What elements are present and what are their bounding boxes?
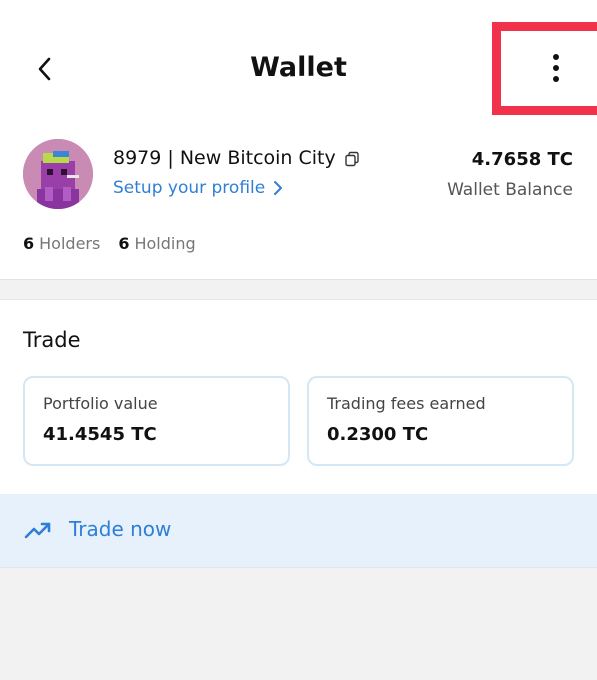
trading-fees-card: Trading fees earned 0.2300 TC <box>307 376 574 466</box>
app-header: Wallet <box>0 0 597 130</box>
wallet-balance-value: 4.7658 TC <box>471 149 573 170</box>
holder-stats: 6 Holders 6 Holding <box>23 234 196 253</box>
trade-section: Trade Portfolio value 41.4545 TC Trading… <box>0 299 597 494</box>
trade-now-label: Trade now <box>69 517 172 541</box>
trending-up-icon <box>24 522 51 539</box>
wallet-name-text: 8979 | New Bitcoin City <box>113 147 336 169</box>
setup-profile-label: Setup your profile <box>113 178 266 198</box>
wallet-balance-label: Wallet Balance <box>447 180 573 200</box>
more-vertical-icon <box>553 54 559 60</box>
more-options-button[interactable] <box>540 50 572 86</box>
profile-section: 8979 | New Bitcoin City Setup your profi… <box>0 130 597 280</box>
wallet-name: 8979 | New Bitcoin City <box>113 147 360 169</box>
copy-icon[interactable] <box>344 150 360 167</box>
holding-stat[interactable]: 6 Holding <box>118 234 195 253</box>
setup-profile-link[interactable]: Setup your profile <box>113 178 283 198</box>
trade-title: Trade <box>23 328 81 352</box>
avatar[interactable] <box>23 139 93 209</box>
trade-now-button[interactable]: Trade now <box>0 494 597 568</box>
card-value: 41.4545 TC <box>43 424 157 445</box>
portfolio-value-card: Portfolio value 41.4545 TC <box>23 376 290 466</box>
card-label: Portfolio value <box>43 394 158 413</box>
card-value: 0.2300 TC <box>327 424 429 445</box>
holders-stat[interactable]: 6 Holders <box>23 234 100 253</box>
card-label: Trading fees earned <box>327 394 486 413</box>
chevron-right-icon <box>274 181 283 195</box>
avatar-image <box>23 139 93 209</box>
